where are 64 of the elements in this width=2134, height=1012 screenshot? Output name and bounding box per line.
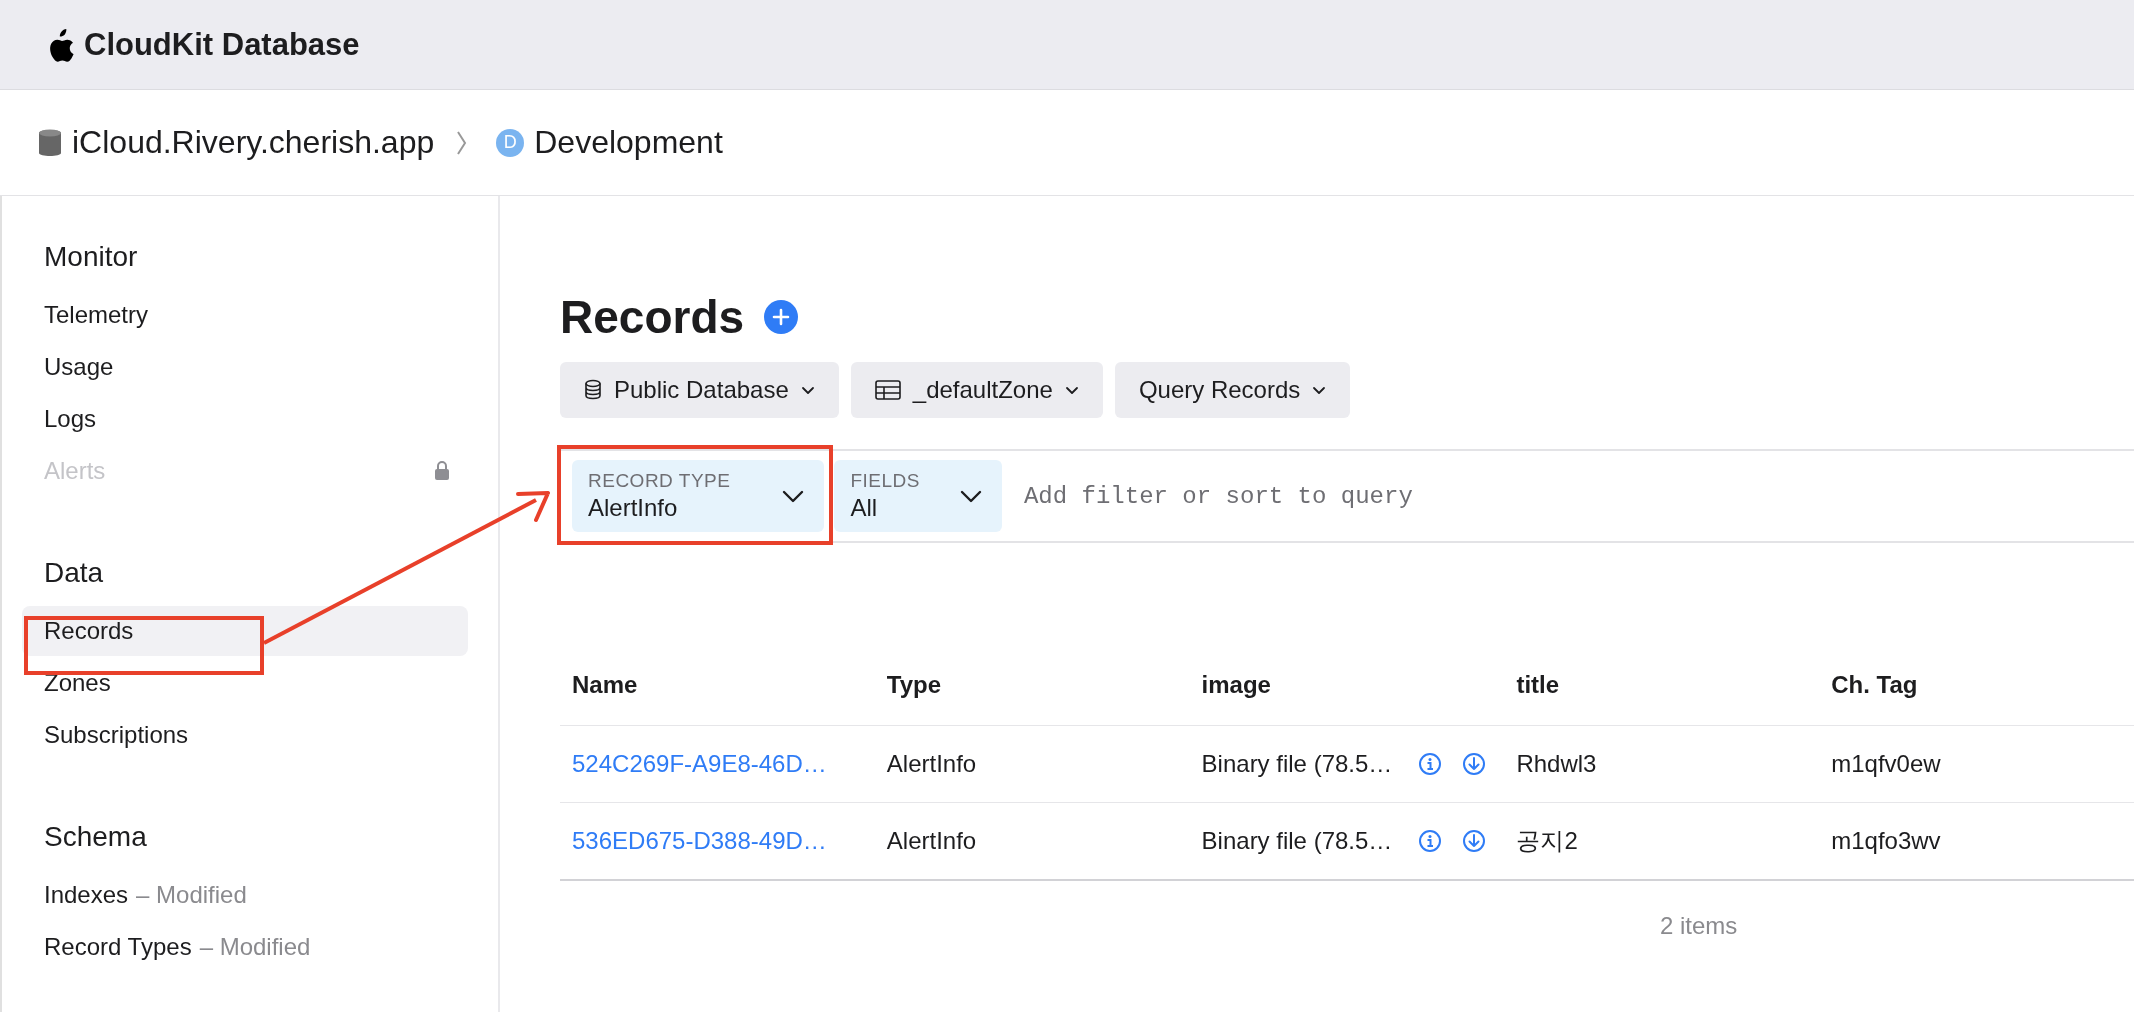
item-label: Telemetry: [44, 301, 149, 329]
item-label: Zones: [44, 669, 111, 697]
table-cell: m1qfo3wv: [1831, 827, 1941, 854]
chevron-down-icon: [1064, 385, 1079, 395]
filter-chip[interactable]: RECORD TYPE AlertInfo: [572, 460, 825, 532]
download-icon: [1462, 829, 1487, 853]
item-label: Subscriptions: [44, 721, 189, 749]
dropdown-button[interactable]: Query Records: [1114, 362, 1351, 418]
record-name-link[interactable]: 524C269F-A9E8-46D…: [572, 750, 827, 777]
column-header[interactable]: Name: [560, 645, 875, 726]
sidebar-item[interactable]: Zones: [22, 658, 468, 708]
download-icon: [1462, 752, 1487, 776]
table-cell: AlertInfo: [886, 827, 977, 854]
table-cell: 공지2: [1516, 827, 1578, 854]
info-icon: [1418, 829, 1443, 853]
page-title: Records: [560, 290, 745, 344]
item-label: Indexes: [44, 881, 129, 909]
environment-link[interactable]: Development: [534, 124, 723, 161]
chevron-down-icon: [800, 385, 815, 395]
sidebar-item[interactable]: Subscriptions: [22, 710, 468, 760]
info-icon: [1418, 752, 1443, 776]
section-heading: Schema: [43, 820, 148, 854]
dropdown-button[interactable]: Public Database: [560, 362, 839, 418]
item-label: Usage: [44, 353, 114, 381]
query-field[interactable]: Add filter or sort to query: [1021, 481, 2122, 511]
add-record-button[interactable]: [764, 300, 799, 334]
sidebar-item[interactable]: Records: [22, 606, 468, 656]
sidebar-item[interactable]: Telemetry: [22, 290, 468, 340]
table-cell: Binary file (78.5…: [1201, 750, 1393, 778]
database-icon: [584, 379, 602, 401]
chevron-down-icon: [1312, 385, 1327, 395]
table-cell: Rhdwl3: [1516, 750, 1597, 777]
filter-chip[interactable]: FIELDS All: [834, 460, 1002, 532]
container-link[interactable]: iCloud.Rivery.cherish.app: [72, 124, 435, 161]
sidebar-item[interactable]: Indexes – Modified: [22, 870, 468, 920]
item-note: – Modified: [199, 933, 311, 961]
table-cell: m1qfv0ew: [1831, 750, 1941, 777]
sidebar-item[interactable]: Logs: [22, 394, 468, 444]
column-header[interactable]: Type: [874, 645, 1190, 726]
item-label: Record Types: [44, 933, 192, 961]
chevron-down-icon: [782, 489, 805, 503]
chevron-icon: [456, 129, 469, 156]
chevron-down-icon: [959, 489, 982, 503]
item-label: Alerts: [44, 457, 106, 485]
app-title: CloudKit Database: [84, 26, 360, 63]
database-icon: [38, 127, 62, 158]
item-note: – Modified: [136, 881, 247, 909]
column-header[interactable]: Ch. Tag: [1819, 645, 2134, 726]
table-cell: Binary file (78.5…: [1201, 827, 1393, 855]
item-count: 2 items: [1659, 912, 1739, 940]
sidebar-item[interactable]: Usage: [22, 342, 468, 392]
table-cell: AlertInfo: [886, 750, 977, 777]
sidebar-item[interactable]: Record Types – Modified: [22, 922, 468, 972]
dropdown-button[interactable]: _defaultZone: [850, 362, 1103, 418]
section-heading: Monitor: [43, 240, 139, 274]
section-heading: Data: [43, 556, 105, 590]
table-icon: [874, 380, 901, 400]
environment-badge: D: [496, 128, 525, 157]
column-header[interactable]: image: [1189, 645, 1505, 726]
plus-icon: [772, 308, 791, 326]
item-label: Logs: [44, 405, 97, 433]
record-name-link[interactable]: 536ED675-D388-49D…: [572, 827, 827, 854]
item-label: Records: [44, 617, 134, 645]
column-header[interactable]: title: [1504, 645, 1820, 726]
